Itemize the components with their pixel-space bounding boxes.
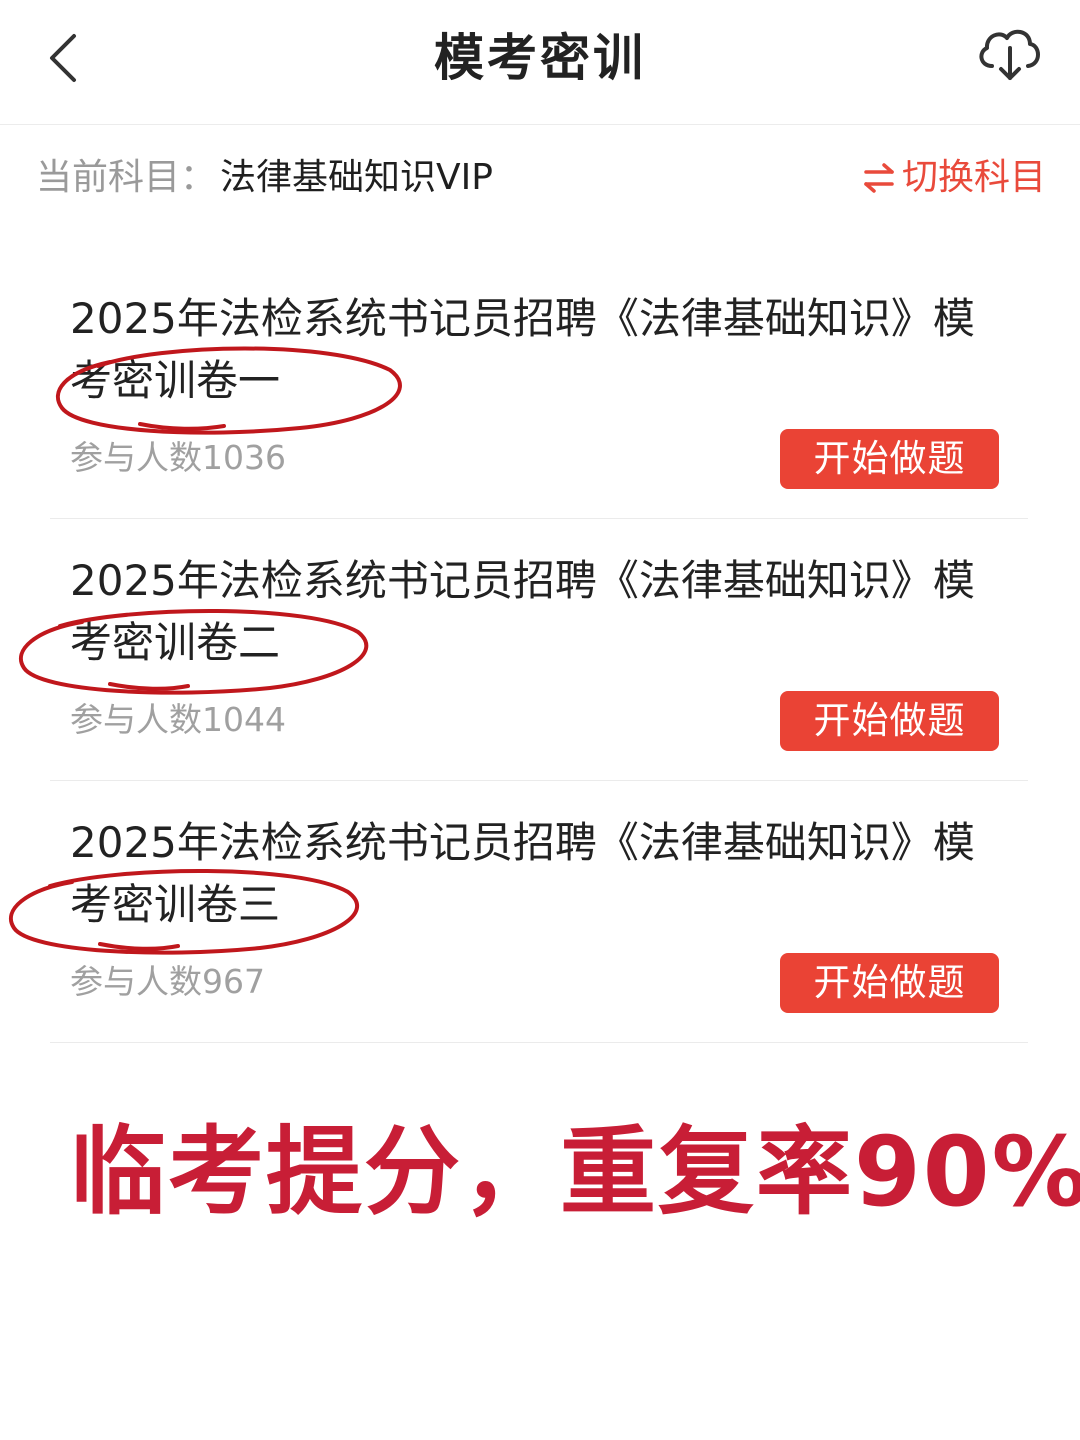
- participant-count: 参与人数1044: [70, 700, 286, 739]
- exam-list-item[interactable]: 2025年法检系统书记员招聘《法律基础知识》模考密训卷一 参与人数1036 开始…: [50, 258, 1028, 519]
- participant-count: 参与人数967: [70, 962, 265, 1001]
- exam-list-item[interactable]: 2025年法检系统书记员招聘《法律基础知识》模考密训卷二 参与人数1044 开始…: [50, 520, 1028, 781]
- exam-title: 2025年法检系统书记员招聘《法律基础知识》模考密训卷三: [70, 818, 975, 929]
- subject-value: 法律基础知识VIP: [220, 157, 493, 198]
- page-title: 模考密训: [434, 29, 646, 87]
- start-exam-button[interactable]: 开始做题: [780, 691, 999, 751]
- promo-slogan: 临考提分，重复率90%: [70, 1116, 1080, 1228]
- exam-list-item[interactable]: 2025年法检系统书记员招聘《法律基础知识》模考密训卷三 参与人数967 开始做…: [50, 782, 1028, 1043]
- top-bar: 模考密训: [0, 0, 1080, 125]
- subject-label: 当前科目：: [36, 157, 217, 198]
- page: 模考密训 当前科目： 法律基础知识VIP 切换科目 2025年法检系统书记员招聘《…: [0, 0, 1080, 1440]
- cloud-download-icon: [979, 29, 1040, 80]
- switch-subject-button[interactable]: 切换科目: [862, 148, 1046, 208]
- switch-subject-label: 切换科目: [901, 157, 1046, 198]
- participant-count: 参与人数1036: [70, 438, 286, 477]
- exam-title: 2025年法检系统书记员招聘《法律基础知识》模考密训卷一: [70, 294, 975, 405]
- current-subject-row: 当前科目： 法律基础知识VIP 切换科目: [36, 148, 1046, 208]
- start-exam-button[interactable]: 开始做题: [780, 429, 999, 489]
- exam-title: 2025年法检系统书记员招聘《法律基础知识》模考密训卷二: [70, 556, 975, 667]
- download-button[interactable]: [972, 20, 1046, 86]
- swap-arrows-icon: [864, 163, 894, 193]
- start-exam-button[interactable]: 开始做题: [780, 953, 999, 1013]
